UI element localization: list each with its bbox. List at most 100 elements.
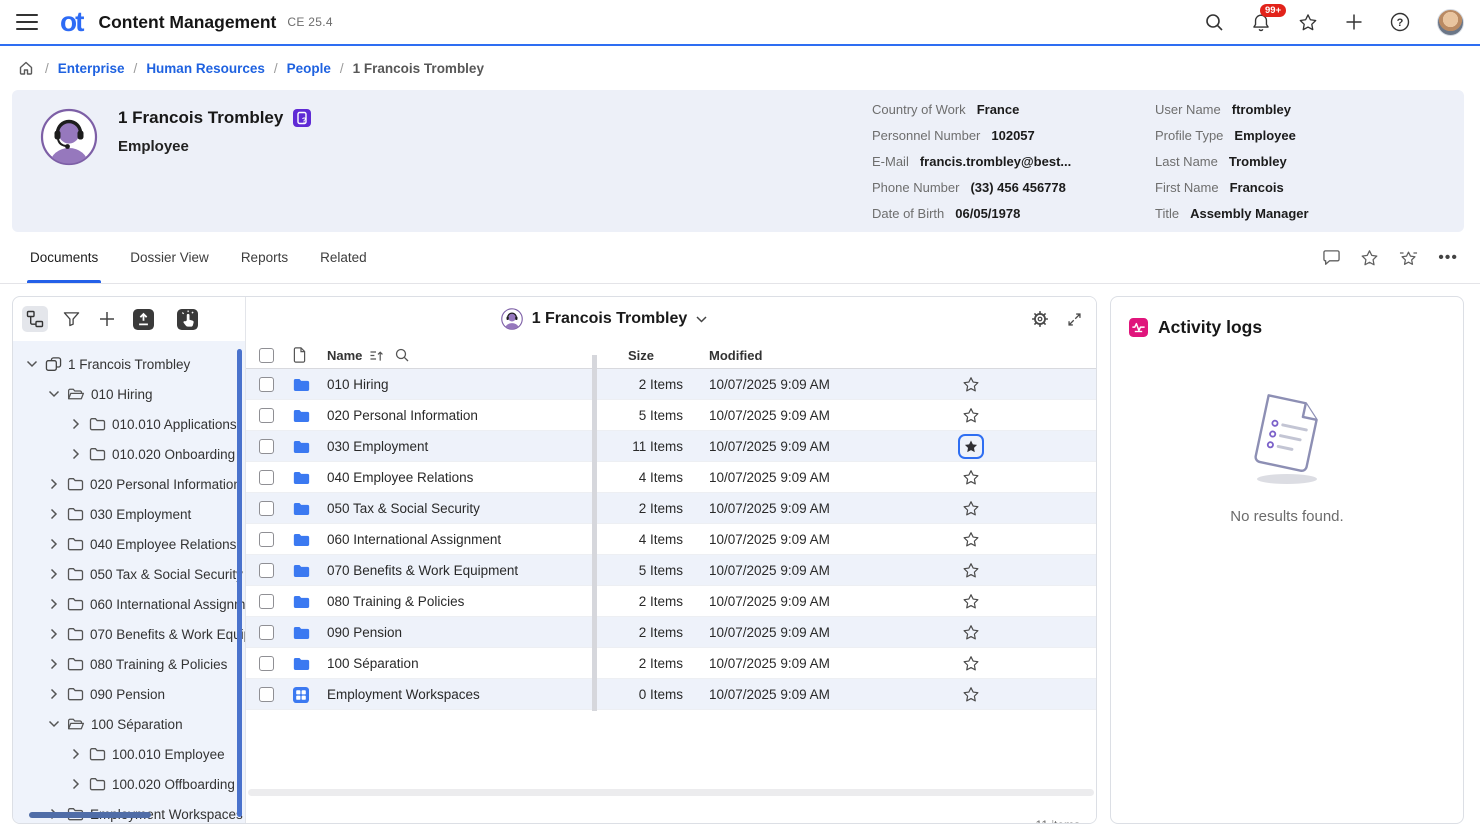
add-icon[interactable] xyxy=(1345,13,1363,31)
chevron-right-icon[interactable] xyxy=(69,448,83,460)
row-checkbox[interactable] xyxy=(259,408,274,423)
tree-item[interactable]: 100 Séparation xyxy=(13,709,245,739)
menu-icon[interactable] xyxy=(16,14,38,30)
tree-item[interactable]: 070 Benefits & Work Equipment xyxy=(13,619,245,649)
tap-gesture-icon[interactable] xyxy=(174,306,200,332)
tree-item[interactable]: 1 Francois Trombley xyxy=(13,349,245,379)
tree-item[interactable]: 100.010 Employee xyxy=(13,739,245,769)
tab-dossier-view[interactable]: Dossier View xyxy=(130,232,209,283)
select-all-checkbox[interactable] xyxy=(259,348,274,363)
table-row[interactable]: 090 Pension2 Items10/07/2025 9:09 AM xyxy=(246,617,1096,648)
table-row[interactable]: 030 Employment11 Items10/07/2025 9:09 AM xyxy=(246,431,1096,462)
star-list-icon[interactable] xyxy=(1398,249,1419,267)
row-name[interactable]: 080 Training & Policies xyxy=(327,586,464,617)
star-icon[interactable] xyxy=(957,588,985,615)
tree-view-icon[interactable] xyxy=(22,306,48,332)
chevron-right-icon[interactable] xyxy=(47,628,61,640)
user-avatar[interactable] xyxy=(1437,9,1464,36)
favorites-icon[interactable] xyxy=(1298,13,1318,32)
row-checkbox[interactable] xyxy=(259,656,274,671)
row-name[interactable]: 070 Benefits & Work Equipment xyxy=(327,555,518,586)
row-name[interactable]: 040 Employee Relations xyxy=(327,462,473,493)
tab-documents[interactable]: Documents xyxy=(30,232,98,283)
chevron-right-icon[interactable] xyxy=(47,478,61,490)
breadcrumb-link[interactable]: Human Resources xyxy=(146,61,265,76)
row-checkbox[interactable] xyxy=(259,594,274,609)
chevron-right-icon[interactable] xyxy=(47,568,61,580)
chevron-down-icon[interactable] xyxy=(696,316,707,323)
tab-related[interactable]: Related xyxy=(320,232,367,283)
settings-icon[interactable] xyxy=(1031,310,1049,328)
modified-column-header[interactable]: Modified xyxy=(709,341,762,369)
star-icon[interactable] xyxy=(957,557,985,584)
tree-item[interactable]: 100.020 Offboarding xyxy=(13,769,245,799)
star-icon[interactable] xyxy=(957,371,985,398)
chevron-right-icon[interactable] xyxy=(69,778,83,790)
tree-vertical-scrollbar[interactable] xyxy=(237,349,242,817)
row-name[interactable]: 100 Séparation xyxy=(327,648,419,679)
list-title[interactable]: 1 Francois Trombley xyxy=(532,310,688,328)
column-search-icon[interactable] xyxy=(395,348,409,362)
expand-icon[interactable] xyxy=(1067,312,1082,327)
list-horizontal-scrollbar[interactable] xyxy=(248,789,1094,796)
breadcrumb-link[interactable]: Enterprise xyxy=(58,61,125,76)
table-row[interactable]: 070 Benefits & Work Equipment5 Items10/0… xyxy=(246,555,1096,586)
tree-item[interactable]: Employment Workspaces xyxy=(13,799,245,823)
table-row[interactable]: 080 Training & Policies2 Items10/07/2025… xyxy=(246,586,1096,617)
row-name[interactable]: 050 Tax & Social Security xyxy=(327,493,480,524)
star-icon[interactable] xyxy=(957,495,985,522)
tree-item[interactable]: 080 Training & Policies xyxy=(13,649,245,679)
table-row[interactable]: 040 Employee Relations4 Items10/07/2025 … xyxy=(246,462,1096,493)
tree-item[interactable]: 010.020 Onboarding xyxy=(13,439,245,469)
add-item-icon[interactable] xyxy=(94,306,120,332)
comment-icon[interactable] xyxy=(1322,249,1341,266)
row-name[interactable]: 030 Employment xyxy=(327,431,428,462)
star-icon[interactable] xyxy=(957,650,985,677)
chevron-right-icon[interactable] xyxy=(47,598,61,610)
star-icon[interactable] xyxy=(957,464,985,491)
row-checkbox[interactable] xyxy=(259,532,274,547)
chevron-right-icon[interactable] xyxy=(47,688,61,700)
row-name[interactable]: 090 Pension xyxy=(327,617,402,648)
chevron-down-icon[interactable] xyxy=(47,720,61,728)
notifications-icon[interactable]: 99+ xyxy=(1251,12,1271,33)
tree-item[interactable]: 090 Pension xyxy=(13,679,245,709)
tree-item[interactable]: 030 Employment xyxy=(13,499,245,529)
chevron-right-icon[interactable] xyxy=(47,538,61,550)
filter-icon[interactable] xyxy=(58,306,84,332)
table-row[interactable]: 050 Tax & Social Security2 Items10/07/20… xyxy=(246,493,1096,524)
table-row[interactable]: Employment Workspaces0 Items10/07/2025 9… xyxy=(246,679,1096,710)
table-row[interactable]: 020 Personal Information5 Items10/07/202… xyxy=(246,400,1096,431)
row-name[interactable]: Employment Workspaces xyxy=(327,679,480,710)
tree-horizontal-scrollbar[interactable] xyxy=(29,812,151,818)
table-row[interactable]: 060 International Assignment4 Items10/07… xyxy=(246,524,1096,555)
chevron-down-icon[interactable] xyxy=(25,360,39,368)
row-checkbox[interactable] xyxy=(259,563,274,578)
row-checkbox[interactable] xyxy=(259,470,274,485)
size-column-header[interactable]: Size xyxy=(628,341,654,369)
opentext-logo[interactable]: ot xyxy=(60,8,82,36)
row-checkbox[interactable] xyxy=(259,687,274,702)
star-icon[interactable] xyxy=(957,681,985,708)
sort-ascending-icon[interactable] xyxy=(369,349,384,362)
table-row[interactable]: 010 Hiring2 Items10/07/2025 9:09 AM xyxy=(246,369,1096,400)
row-name[interactable]: 010 Hiring xyxy=(327,369,389,400)
row-checkbox[interactable] xyxy=(259,625,274,640)
star-icon[interactable] xyxy=(957,526,985,553)
tree-item[interactable]: 010.010 Applications xyxy=(13,409,245,439)
star-icon[interactable] xyxy=(957,402,985,429)
home-icon[interactable] xyxy=(18,60,34,76)
tab-reports[interactable]: Reports xyxy=(241,232,288,283)
tree-item[interactable]: 050 Tax & Social Security xyxy=(13,559,245,589)
name-column-header[interactable]: Name xyxy=(327,341,409,369)
tree-item[interactable]: 010 Hiring xyxy=(13,379,245,409)
type-column-icon[interactable] xyxy=(293,341,306,369)
column-resize-handle[interactable] xyxy=(592,355,597,711)
row-name[interactable]: 020 Personal Information xyxy=(327,400,478,431)
breadcrumb-link[interactable]: People xyxy=(287,61,331,76)
row-checkbox[interactable] xyxy=(259,501,274,516)
row-checkbox[interactable] xyxy=(259,439,274,454)
help-icon[interactable]: ? xyxy=(1390,12,1410,32)
star-icon[interactable] xyxy=(1360,249,1379,267)
tree-item[interactable]: 060 International Assignment xyxy=(13,589,245,619)
